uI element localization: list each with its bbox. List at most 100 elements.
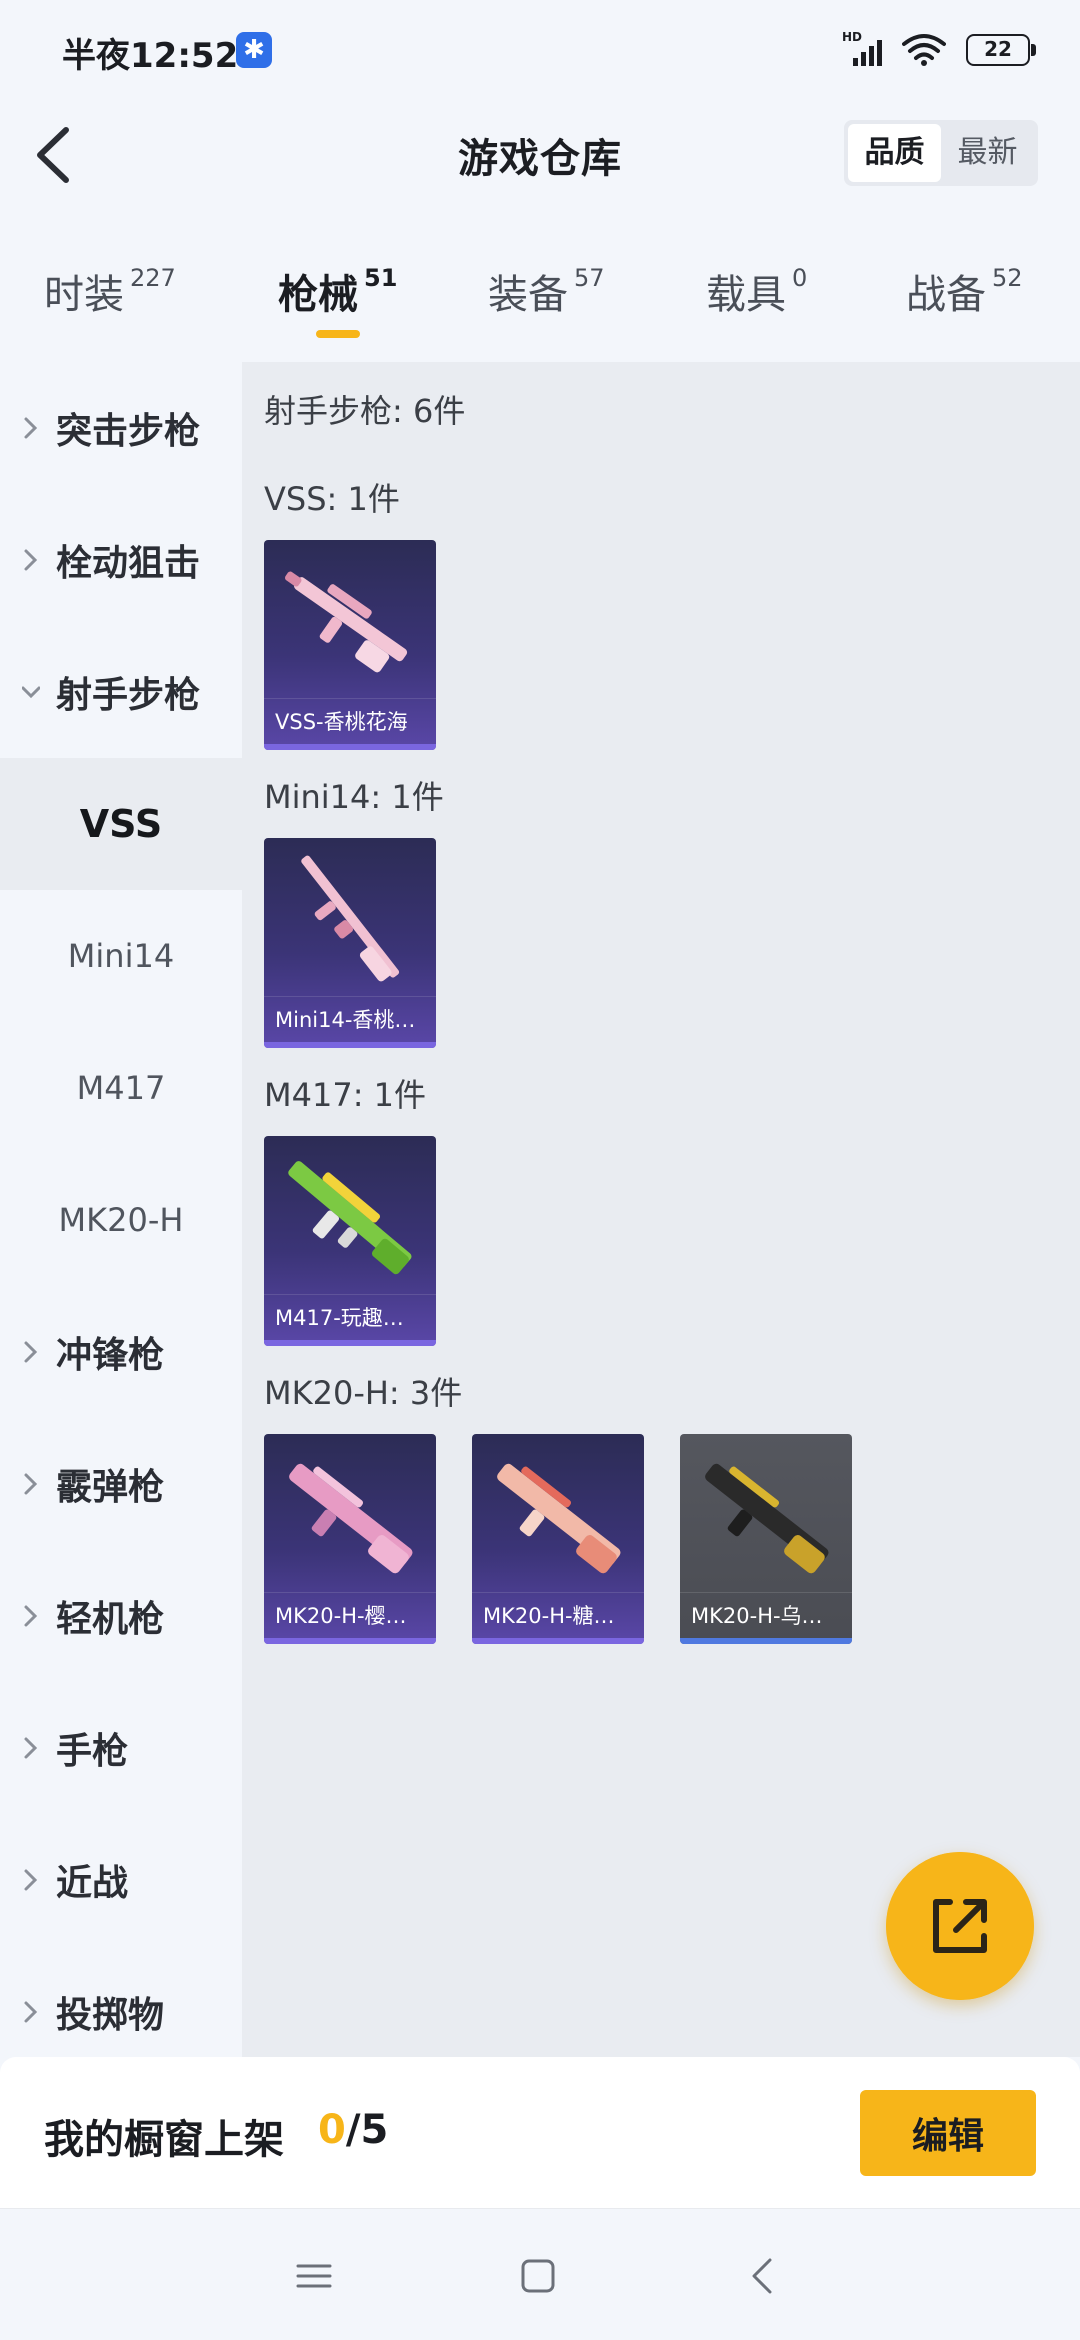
group-heading-m417: M417: 1件 xyxy=(264,1076,427,1114)
weapon-skin-card[interactable]: VSS-香桃花海 xyxy=(264,540,436,750)
tab-label: 战备 xyxy=(906,272,986,318)
sidebar-subitem-vss[interactable]: VSS xyxy=(0,758,242,890)
tab-label: 枪械 xyxy=(278,272,358,318)
rifle-skin-image xyxy=(288,1161,412,1275)
menu-icon[interactable] xyxy=(292,2254,336,2298)
tab-supplies[interactable]: 战备 52 xyxy=(906,262,1023,320)
sidebar-item-bolt-sniper[interactable]: 栓动狙击 xyxy=(0,494,242,626)
sidebar-item-marksman-rifle[interactable]: 射手步枪 xyxy=(0,626,242,758)
tab-label: 时装 xyxy=(44,272,124,318)
tab-vehicles[interactable]: 载具 0 xyxy=(706,262,807,320)
rarity-indicator xyxy=(264,1340,436,1346)
edit-button[interactable]: 编辑 xyxy=(860,2090,1036,2176)
rifle-skin-image xyxy=(301,855,400,982)
group-heading-vss: VSS: 1件 xyxy=(264,480,400,518)
rifle-skin-image xyxy=(284,571,408,673)
rifle-skin-image xyxy=(289,1463,413,1574)
group-heading-mini14: Mini14: 1件 xyxy=(264,778,444,816)
chevron-right-icon xyxy=(24,549,38,571)
category-tabs: 时装 227 枪械 51 装备 57 载具 0 战备 52 xyxy=(0,250,1080,360)
sidebar-item-smg[interactable]: 冲锋枪 xyxy=(0,1286,242,1418)
showcase-label: 我的橱窗上架 xyxy=(44,2117,284,2163)
chevron-right-icon xyxy=(24,2001,38,2023)
rarity-indicator xyxy=(264,1638,436,1644)
rarity-indicator xyxy=(472,1638,644,1644)
weapon-skin-name: MK20-H-乌… xyxy=(680,1592,852,1638)
showcase-total: /5 xyxy=(345,2107,389,2153)
battery-icon: 22 xyxy=(966,34,1036,66)
battery-level: 22 xyxy=(966,34,1030,66)
weapon-skin-name: M417-玩趣… xyxy=(264,1294,436,1340)
chevron-right-icon xyxy=(24,1473,38,1495)
chevron-right-icon xyxy=(24,1605,38,1627)
signal-icon: HD xyxy=(842,30,882,66)
status-bar: 半夜12:52 ✱ HD 22 xyxy=(0,0,1080,100)
back-nav-icon[interactable] xyxy=(742,2254,786,2298)
chevron-down-icon xyxy=(22,686,40,699)
tab-count: 51 xyxy=(364,264,398,292)
tab-equipment[interactable]: 装备 57 xyxy=(488,262,605,320)
sidebar-item-melee[interactable]: 近战 xyxy=(0,1814,242,1946)
weapon-skin-card[interactable]: M417-玩趣… xyxy=(264,1136,436,1346)
tab-label: 载具 xyxy=(706,272,786,318)
sidebar-item-lmg[interactable]: 轻机枪 xyxy=(0,1550,242,1682)
sidebar-item-label: 轻机枪 xyxy=(56,1599,165,1640)
tab-count: 52 xyxy=(992,264,1023,292)
sidebar-subitem-m417[interactable]: M417 xyxy=(0,1022,242,1154)
sidebar-item-label: 霰弹枪 xyxy=(56,1467,165,1508)
sidebar-item-label: 近战 xyxy=(56,1863,129,1904)
sort-option-quality[interactable]: 品质 xyxy=(848,124,941,182)
sort-option-newest[interactable]: 最新 xyxy=(941,124,1034,182)
rifle-skin-image xyxy=(497,1463,621,1574)
sidebar-item-label: 突击步枪 xyxy=(56,411,201,452)
tab-count: 57 xyxy=(574,264,605,292)
chevron-right-icon xyxy=(24,417,38,439)
chevron-right-icon xyxy=(24,1737,38,1759)
chevron-right-icon xyxy=(24,1341,38,1363)
showcase-bar: 我的橱窗上架 0/5 编辑 xyxy=(0,2057,1080,2209)
weapon-skin-name: MK20-H-樱… xyxy=(264,1592,436,1638)
system-nav-bar xyxy=(0,2210,1080,2340)
chevron-right-icon xyxy=(24,1869,38,1891)
weapon-skin-card[interactable]: MK20-H-乌… xyxy=(680,1434,852,1644)
sidebar-item-shotgun[interactable]: 霰弹枪 xyxy=(0,1418,242,1550)
weapon-skin-card[interactable]: MK20-H-糖… xyxy=(472,1434,644,1644)
notification-app-icon: ✱ xyxy=(236,32,272,68)
sidebar-item-label: 栓动狙击 xyxy=(56,543,201,584)
rifle-skin-image xyxy=(705,1463,829,1574)
sidebar-item-label: 手枪 xyxy=(56,1731,129,1772)
weapon-list-panel: 射手步枪: 6件 VSS: 1件 VSS-香桃花海 Mini14: 1件 Min… xyxy=(242,362,1080,2057)
weapon-category-sidebar: 突击步枪 栓动狙击 射手步枪 VSS Mini14 M417 MK20-H 冲锋… xyxy=(0,362,242,2057)
sidebar-item-label: 投掷物 xyxy=(56,1995,165,2036)
rarity-indicator xyxy=(264,744,436,750)
sidebar-item-label: 冲锋枪 xyxy=(56,1335,165,1376)
category-summary: 射手步枪: 6件 xyxy=(264,392,466,430)
rarity-indicator xyxy=(264,1042,436,1048)
showcase-current: 0 xyxy=(318,2107,346,2153)
tab-label: 装备 xyxy=(488,272,568,318)
weapon-skin-card[interactable]: Mini14-香桃… xyxy=(264,838,436,1048)
active-tab-indicator xyxy=(316,330,360,338)
tab-count: 0 xyxy=(792,264,808,292)
home-icon[interactable] xyxy=(516,2254,560,2298)
wifi-icon xyxy=(902,34,946,66)
weapon-skin-name: VSS-香桃花海 xyxy=(264,698,436,744)
sort-toggle: 品质 最新 xyxy=(844,120,1038,186)
tab-fashion[interactable]: 时装 227 xyxy=(44,262,176,320)
status-indicators: HD 22 xyxy=(842,30,1036,70)
showcase-count: 0/5 xyxy=(318,2107,388,2153)
sidebar-item-assault-rifle[interactable]: 突击步枪 xyxy=(0,362,242,494)
tab-firearms[interactable]: 枪械 51 xyxy=(278,262,397,320)
group-heading-mk20h: MK20-H: 3件 xyxy=(264,1374,463,1412)
tab-count: 227 xyxy=(130,264,176,292)
sidebar-item-label: 射手步枪 xyxy=(56,675,201,716)
weapon-skin-name: Mini14-香桃… xyxy=(264,996,436,1042)
weapon-skin-name: MK20-H-糖… xyxy=(472,1592,644,1638)
rarity-indicator xyxy=(680,1638,852,1644)
status-time: 半夜12:52 xyxy=(62,36,239,76)
sidebar-subitem-mini14[interactable]: Mini14 xyxy=(0,890,242,1022)
sidebar-subitem-mk20h[interactable]: MK20-H xyxy=(0,1154,242,1286)
sidebar-item-pistol[interactable]: 手枪 xyxy=(0,1682,242,1814)
share-button[interactable] xyxy=(886,1852,1034,2000)
weapon-skin-card[interactable]: MK20-H-樱… xyxy=(264,1434,436,1644)
